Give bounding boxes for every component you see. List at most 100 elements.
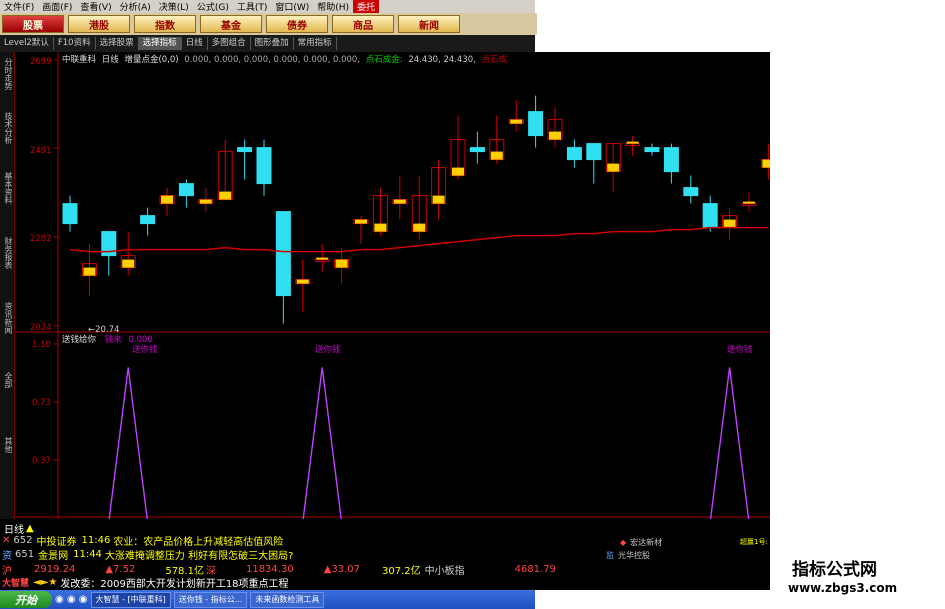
- market-tab-2[interactable]: 指数: [134, 15, 196, 33]
- small-board-value: 4681.79: [514, 563, 557, 575]
- news-source: 中投证券: [36, 536, 77, 548]
- common-index-button[interactable]: 常用指标: [294, 37, 337, 50]
- candle-body: [702, 203, 718, 229]
- news-time: 11:46: [81, 534, 111, 546]
- peak-label-1: 送你钱: [132, 345, 158, 355]
- left-tab-lower-0[interactable]: 全部: [1, 372, 13, 388]
- news-code: 651: [15, 548, 35, 560]
- candle-body: [469, 147, 485, 153]
- ind-ylabel-2: 0.73: [32, 398, 51, 408]
- candle-body: [663, 147, 679, 173]
- task-dazhihui[interactable]: 大智慧 - [中联重科]: [90, 591, 171, 608]
- candle-fill: [219, 191, 232, 200]
- task-check-tool[interactable]: 未来函数检测工具: [250, 591, 325, 608]
- menu-item-4[interactable]: 决策(L): [155, 0, 193, 13]
- candle-fill: [335, 259, 348, 268]
- candle-fill: [549, 131, 561, 140]
- left-tab-lower-1[interactable]: 其他: [1, 437, 13, 453]
- left-tab-1[interactable]: 技术分析: [1, 112, 13, 144]
- side-item-2[interactable]: 监 光华控股: [606, 549, 650, 561]
- ticker-row-4[interactable]: 大智慧 ◄►★ 发改委：2009西部大开发计划新开工18项重点工程: [2, 576, 289, 590]
- menu-item-1[interactable]: 画面(F): [38, 0, 76, 13]
- overlay-button[interactable]: 图形叠加: [251, 37, 294, 50]
- left-tab-3[interactable]: 财务报表: [1, 237, 13, 269]
- market-tab-0[interactable]: 股票: [2, 15, 64, 33]
- indicator-line: [108, 367, 750, 519]
- candle-body: [586, 143, 602, 161]
- menu-item-7[interactable]: 窗口(W): [271, 0, 313, 13]
- side-item-1[interactable]: ◆ 宏达新材: [620, 536, 662, 548]
- side-stock-1: 宏达新材: [630, 537, 663, 547]
- ind-ylabel-3: 0.37: [32, 456, 51, 466]
- quick-launch-icon[interactable]: ◉ ◉ ◉: [55, 594, 88, 605]
- news-source: 金景网: [38, 550, 69, 562]
- close-icon: ✕: [2, 534, 11, 546]
- market-tab-5[interactable]: 商品: [332, 15, 394, 33]
- candle-fill: [355, 219, 367, 224]
- start-button[interactable]: 开始: [0, 591, 52, 608]
- left-tab-4[interactable]: 资讯新闻: [1, 302, 13, 334]
- menu-item-2[interactable]: 查看(V): [76, 0, 115, 13]
- index-row: 沪 2919.24 ▲7.52 578.1亿 深 11834.30 ▲33.07…: [2, 563, 557, 577]
- candle-fill: [374, 223, 387, 232]
- side-marker-icon: ◆: [620, 537, 627, 547]
- small-board-label: 中小板指: [424, 565, 465, 577]
- price-label-3: 2282: [30, 234, 52, 244]
- candle-fill: [413, 223, 426, 232]
- menu-bar: 文件(F) 画面(F) 查看(V) 分析(A) 决策(L) 公式(G) 工具(T) 窗口(W)…: [0, 0, 535, 13]
- candle-fill: [432, 195, 445, 204]
- candle-fill: [762, 159, 770, 168]
- market-tab-4[interactable]: 债券: [266, 15, 328, 33]
- candle-fill: [510, 119, 523, 124]
- candle-body: [140, 215, 156, 225]
- watermark-cn: 指标公式网: [792, 560, 877, 580]
- f10-button[interactable]: F10资料: [54, 37, 96, 50]
- news-marker-icon: 资: [2, 550, 12, 562]
- candle-fill: [316, 257, 329, 260]
- ticker-row-1[interactable]: ✕ 652 中投证券 11:46 农业：农产品价格上升减轻高估值风险: [2, 534, 284, 548]
- indicator-name: 增量点金(0,0): [124, 55, 179, 65]
- left-tab-0[interactable]: 分时走势: [1, 58, 13, 90]
- menu-item-6[interactable]: 工具(T): [233, 0, 272, 13]
- gold-more: 点石成: [481, 55, 508, 65]
- side-stock-2: 光华控股: [618, 550, 650, 560]
- candle-body: [178, 183, 194, 197]
- news-time: 11:44: [73, 548, 102, 560]
- chart-svg: [14, 52, 770, 519]
- market-tab-6[interactable]: 新闻: [398, 15, 460, 33]
- menu-item-5[interactable]: 公式(G): [193, 0, 233, 13]
- sz-amount: 307.2亿: [382, 565, 421, 577]
- candle-fill: [607, 163, 620, 172]
- sh-label: 沪: [2, 565, 12, 577]
- market-tab-1[interactable]: 港股: [68, 15, 130, 33]
- select-index-button[interactable]: 选择指标: [138, 37, 182, 50]
- peak-label-2: 送你钱: [315, 345, 341, 355]
- triangle-up-icon: ▲: [26, 522, 34, 534]
- menu-item-9[interactable]: 委托: [353, 0, 380, 13]
- news-text: 农业：农产品价格上升减轻高估值风险: [113, 536, 284, 548]
- candle-fill: [743, 201, 755, 204]
- task-formula[interactable]: 送你钱 - 指标公...: [173, 591, 248, 608]
- menu-item-3[interactable]: 分析(A): [116, 0, 155, 13]
- ticker-row-2[interactable]: 资 651 金景网 11:44 大涨难掩调整压力 利好有限怎破三大困局?: [2, 548, 294, 562]
- sh-value: 2919.24: [34, 563, 76, 575]
- market-tab-3[interactable]: 基金: [200, 15, 262, 33]
- candle-body: [644, 147, 660, 153]
- menu-item-8[interactable]: 帮助(H): [313, 0, 353, 13]
- select-stock-button[interactable]: 选择股票: [96, 37, 139, 50]
- left-tab-2[interactable]: 基本资料: [1, 172, 13, 204]
- menu-item-0[interactable]: 文件(F): [0, 0, 38, 13]
- brand-label: 大智慧: [2, 578, 30, 589]
- multi-chart-button[interactable]: 多图组合: [208, 37, 251, 50]
- price-label-bottom: 2024: [30, 323, 52, 333]
- indicator-title: 送钱给你: [62, 335, 97, 345]
- period-button[interactable]: 日线: [182, 37, 208, 50]
- news-text: 大涨难掩调整压力 利好有限怎破三大困局?: [104, 550, 294, 562]
- candle-body: [237, 147, 253, 153]
- watermark-panel: 指标公式网 www.zbgs3.com: [770, 519, 945, 609]
- candle-body: [528, 111, 544, 137]
- candle-body: [566, 147, 582, 161]
- level-select[interactable]: Level2默认: [0, 37, 54, 50]
- period-tab[interactable]: 日线 ▲: [4, 522, 34, 536]
- stock-name: 中联重科: [62, 55, 97, 65]
